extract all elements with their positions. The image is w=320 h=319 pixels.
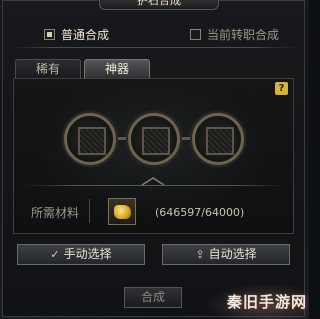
empty-slot-icon [78,127,106,155]
upload-tray-icon: ⇪ [195,248,205,261]
mode-normal-label: 普通合成 [61,27,110,42]
material-item[interactable] [108,198,136,225]
radio-selected-icon[interactable] [44,28,55,40]
material-quantity: (646597/64000) [155,206,245,219]
empty-slot-icon [142,127,170,155]
checkmark-icon: ✓ [50,248,60,261]
empty-slot-icon [206,127,234,155]
divider [12,47,297,48]
combine-button[interactable]: 合成 [124,287,182,308]
divider [89,199,90,223]
tab-artifact[interactable]: 神器 [84,59,150,78]
talisman-slot-2[interactable] [128,113,180,165]
mode-normal-synthesis[interactable]: 普通合成 [44,24,109,44]
window-title: 护石合成 [99,0,219,10]
talisman-slot-3[interactable] [192,113,244,165]
radio-unselected-icon[interactable] [190,28,201,40]
materials-label: 所需材料 [31,206,80,220]
mode-current-class-label: 当前转职合成 [207,27,280,42]
help-icon[interactable]: ? [275,82,288,95]
auto-select-label: 自动选择 [208,247,257,261]
talisman-slot-1[interactable] [64,113,116,165]
mode-current-class-synthesis[interactable]: 当前转职合成 [190,24,279,44]
gold-coins-icon [114,205,131,219]
chevron-up-icon [141,177,165,186]
manual-select-label: 手动选择 [63,247,112,261]
watermark: 秦旧手游网 [227,293,308,311]
manual-select-button[interactable]: ✓ 手动选择 [17,244,145,265]
auto-select-button[interactable]: ⇪ 自动选择 [162,244,290,265]
tab-rare[interactable]: 稀有 [15,59,81,78]
